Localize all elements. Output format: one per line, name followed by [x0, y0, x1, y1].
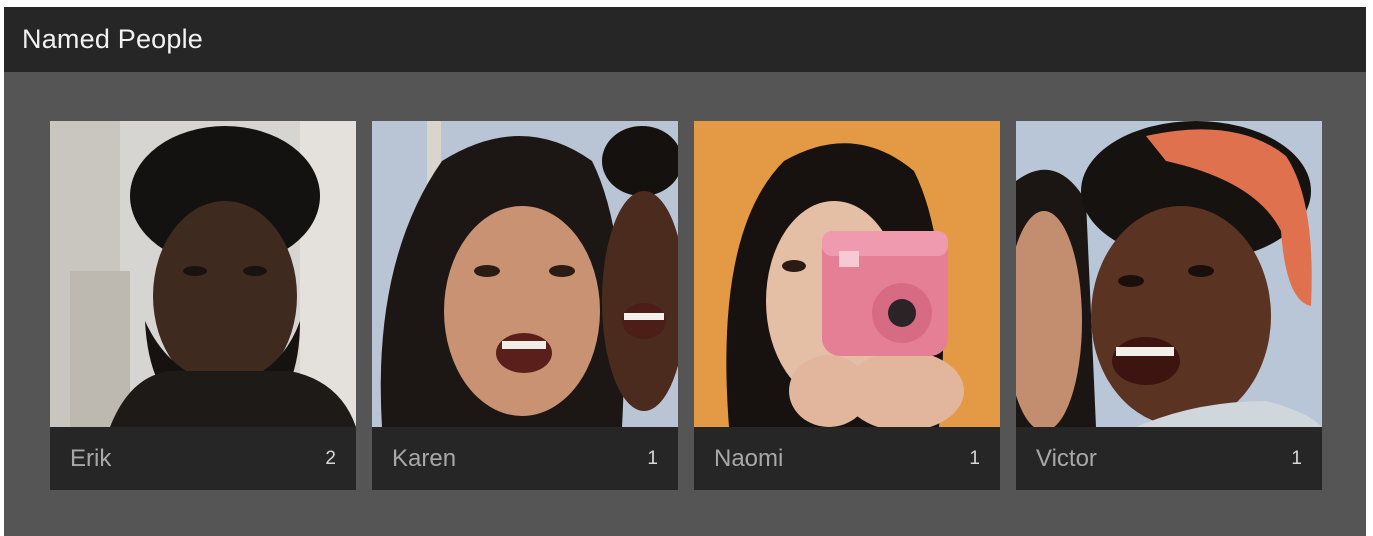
person-card-footer: Karen 1	[372, 427, 678, 490]
photo-count: 1	[647, 447, 658, 469]
panel-header: Named People	[4, 7, 1366, 72]
person-card-karen[interactable]: Karen 1	[372, 121, 678, 490]
photo-count: 1	[969, 447, 980, 469]
person-name: Erik	[70, 444, 112, 472]
person-name: Victor	[1036, 444, 1097, 472]
person-photo-erik	[50, 121, 356, 427]
person-name: Naomi	[714, 444, 784, 472]
person-card-footer: Erik 2	[50, 427, 356, 490]
people-grid: Erik 2 Karen 1 Naomi 1 Victor 1	[50, 121, 1322, 490]
photo-count: 1	[1291, 447, 1302, 469]
person-card-footer: Victor 1	[1016, 427, 1322, 490]
person-card-victor[interactable]: Victor 1	[1016, 121, 1322, 490]
person-card-footer: Naomi 1	[694, 427, 1000, 490]
window-top-edge	[0, 0, 1373, 7]
person-photo-victor	[1016, 121, 1322, 427]
person-name: Karen	[392, 444, 457, 472]
person-photo-naomi	[694, 121, 1000, 427]
person-photo-karen	[372, 121, 678, 427]
photo-count: 2	[325, 447, 336, 469]
panel-title: Named People	[22, 24, 204, 54]
person-card-naomi[interactable]: Naomi 1	[694, 121, 1000, 490]
person-card-erik[interactable]: Erik 2	[50, 121, 356, 490]
named-people-panel: Named People Erik 2 Karen 1 Naomi 1 Vict…	[4, 7, 1366, 536]
